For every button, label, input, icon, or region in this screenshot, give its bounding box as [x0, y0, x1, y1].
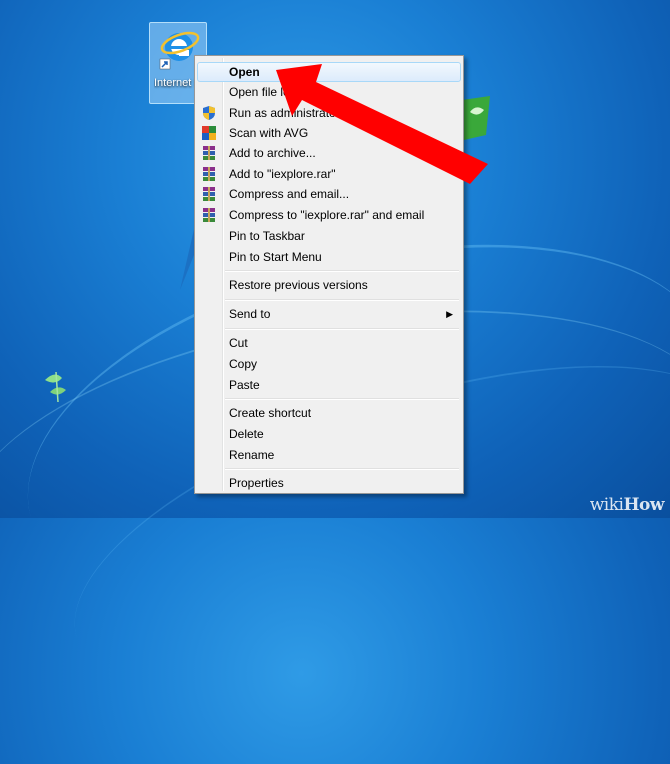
context-menu: Open Open file location Run as administr…	[194, 55, 464, 494]
menu-item-create-shortcut[interactable]: Create shortcut	[197, 403, 461, 423]
menu-item-label: Create shortcut	[229, 406, 312, 420]
menu-item-compress-to-rar-and-email[interactable]: Compress to "iexplore.rar" and email	[197, 205, 461, 225]
menu-separator	[225, 398, 459, 400]
uac-shield-icon	[203, 106, 215, 120]
watermark-text-bold: How	[623, 495, 664, 515]
watermark-text: wiki	[589, 495, 624, 515]
menu-item-run-as-administrator[interactable]: Run as administrator	[197, 103, 461, 123]
menu-item-restore-previous-versions[interactable]: Restore previous versions	[197, 275, 461, 295]
menu-item-label: Compress to "iexplore.rar" and email	[229, 208, 425, 222]
winrar-icon	[203, 187, 215, 201]
menu-item-label: Open file location	[229, 85, 322, 99]
menu-item-pin-to-start-menu[interactable]: Pin to Start Menu	[197, 247, 461, 267]
menu-item-label: Cut	[229, 336, 248, 350]
menu-item-open[interactable]: Open	[197, 62, 461, 82]
menu-separator	[225, 299, 459, 301]
submenu-arrow-icon: ▶	[446, 309, 453, 319]
wikihow-watermark: wikiHow	[589, 495, 665, 515]
menu-item-label: Properties	[229, 476, 284, 490]
menu-item-copy[interactable]: Copy	[197, 354, 461, 374]
menu-item-label: Paste	[229, 378, 260, 392]
menu-item-label: Add to "iexplore.rar"	[229, 167, 336, 181]
menu-item-open-file-location[interactable]: Open file location	[197, 82, 461, 102]
menu-item-label: Send to	[229, 307, 271, 321]
menu-item-properties[interactable]: Properties	[197, 473, 461, 493]
menu-separator	[225, 328, 459, 330]
menu-item-label: Pin to Taskbar	[229, 229, 305, 243]
menu-item-rename[interactable]: Rename	[197, 445, 461, 465]
winrar-icon	[203, 167, 215, 181]
menu-item-label: Run as administrator	[229, 106, 340, 120]
menu-item-label: Rename	[229, 448, 275, 462]
menu-item-label: Compress and email...	[229, 187, 350, 201]
menu-item-delete[interactable]: Delete	[197, 424, 461, 444]
menu-item-add-to-archive[interactable]: Add to archive...	[197, 143, 461, 163]
winrar-icon	[203, 146, 215, 160]
menu-separator	[225, 270, 459, 272]
menu-item-label: Scan with AVG	[229, 126, 309, 140]
menu-item-send-to[interactable]: Send to ▶	[197, 304, 461, 324]
menu-item-label: Restore previous versions	[229, 278, 368, 292]
menu-item-label: Pin to Start Menu	[229, 250, 322, 264]
winrar-icon	[203, 208, 215, 222]
menu-separator	[225, 468, 459, 470]
menu-item-compress-and-email[interactable]: Compress and email...	[197, 184, 461, 204]
menu-item-pin-to-taskbar[interactable]: Pin to Taskbar	[197, 226, 461, 246]
menu-item-label: Delete	[229, 427, 264, 441]
avg-icon	[202, 126, 216, 140]
menu-item-label: Copy	[229, 357, 258, 371]
menu-item-scan-with-avg[interactable]: Scan with AVG	[197, 123, 461, 143]
menu-item-paste[interactable]: Paste	[197, 375, 461, 395]
menu-item-cut[interactable]: Cut	[197, 333, 461, 353]
menu-item-label: Open	[229, 65, 260, 79]
menu-item-label: Add to archive...	[229, 146, 316, 160]
menu-item-add-to-rar[interactable]: Add to "iexplore.rar"	[197, 164, 461, 184]
